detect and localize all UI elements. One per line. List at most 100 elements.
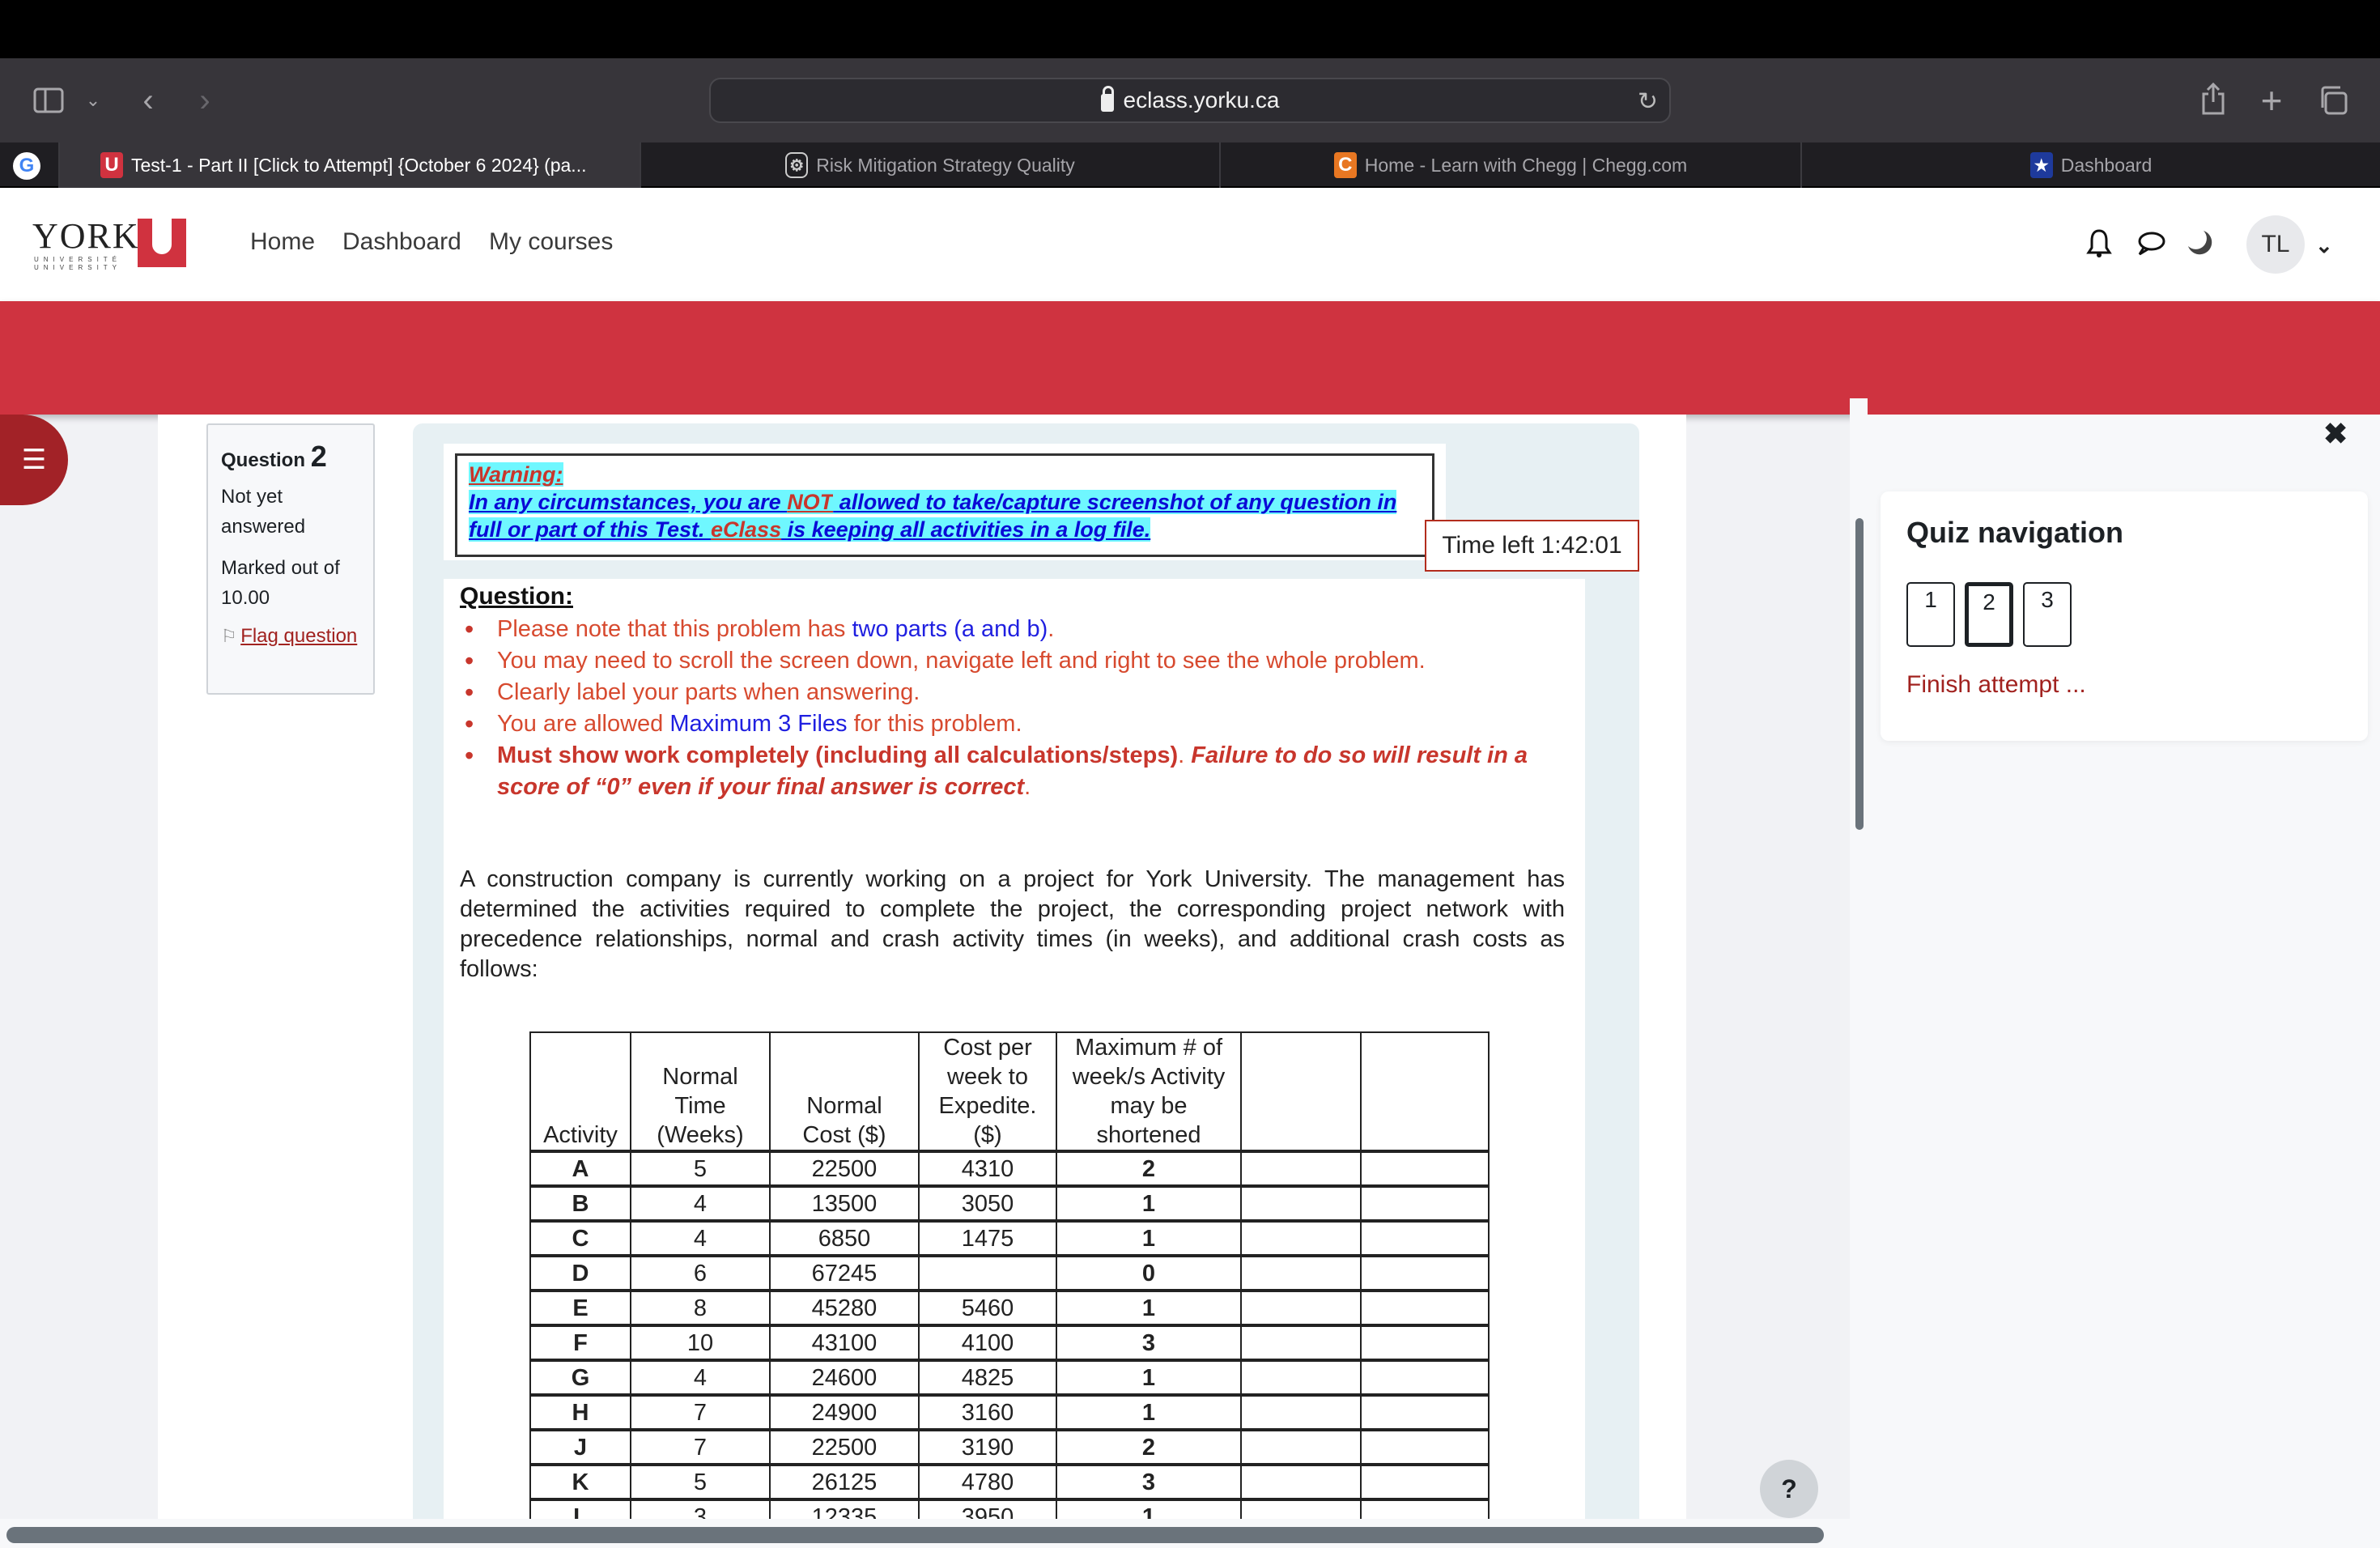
table-row: B 4 13500 3050 1 <box>529 1184 1490 1222</box>
expedite-cost-cell: 3190 <box>918 1428 1057 1465</box>
google-icon[interactable]: G <box>13 152 40 180</box>
bell-icon[interactable] <box>2085 228 2113 266</box>
activity-table: Activity Normal Time (Weeks) Normal Cost… <box>529 1031 1490 1535</box>
normal-cost-cell: 24600 <box>769 1359 920 1396</box>
activity-cell: J <box>529 1428 631 1465</box>
quiz-nav-question-2[interactable]: 2 <box>1965 582 2013 647</box>
blank-cell <box>1240 1463 1362 1500</box>
table-row: H 7 24900 3160 1 <box>529 1393 1490 1431</box>
horizontal-scrollbar[interactable] <box>6 1527 1824 1543</box>
dark-mode-moon-icon[interactable] <box>2186 228 2215 265</box>
instruction-item: Must show work completely (including all… <box>460 740 1577 803</box>
tab-chegg[interactable]: C Home - Learn with Chegg | Chegg.com <box>1219 142 1800 188</box>
share-icon[interactable] <box>2197 81 2229 117</box>
quiz-navigation-card: Quiz navigation 1 2 3 Finish attempt ... <box>1881 491 2368 741</box>
normal-time-cell: 4 <box>630 1359 771 1396</box>
blank-cell <box>1360 1324 1490 1361</box>
activity-cell: C <box>529 1219 631 1257</box>
forward-icon[interactable]: › <box>193 84 217 117</box>
sidebar-toggle-icon[interactable] <box>32 84 65 117</box>
close-drawer-icon[interactable]: ✖ <box>2323 417 2348 451</box>
expedite-cost-cell: 3050 <box>918 1184 1057 1222</box>
back-icon[interactable]: ‹ <box>136 84 160 117</box>
warning-not: NOT <box>787 490 834 514</box>
blank-cell <box>1360 1219 1490 1257</box>
col-header-max-weeks: Maximum # of week/s Activity may be shor… <box>1056 1031 1242 1152</box>
blank-cell <box>1240 1324 1362 1361</box>
table-header-row: Activity Normal Time (Weeks) Normal Cost… <box>529 1031 1490 1152</box>
activity-cell: E <box>529 1289 631 1326</box>
nav-home[interactable]: Home <box>250 228 315 256</box>
instruction-list: Please note that this problem has two pa… <box>460 614 1577 803</box>
course-banner <box>0 301 2380 415</box>
question-info-panel: Question 2 Not yet answered Marked out o… <box>206 423 375 695</box>
logo-subtext-fr: UNIVERSITÉ <box>34 256 122 263</box>
nav-dashboard[interactable]: Dashboard <box>342 228 461 256</box>
quiz-nav-question-3[interactable]: 3 <box>2023 582 2072 647</box>
user-avatar[interactable]: TL <box>2246 215 2305 274</box>
blank-cell <box>1360 1150 1490 1187</box>
col-header-cost-per-week: Cost per week to Expedite. ($) <box>918 1031 1057 1152</box>
table-row: D 6 67245 0 <box>529 1254 1490 1291</box>
new-tab-icon[interactable]: + <box>2255 82 2288 119</box>
tab-chatgpt[interactable]: ⚙ Risk Mitigation Strategy Quality <box>640 142 1219 188</box>
blank-cell <box>1360 1254 1490 1291</box>
tab-label: Test-1 - Part II [Click to Attempt] {Oct… <box>131 154 587 176</box>
chegg-icon: C <box>1333 152 1357 178</box>
help-button[interactable]: ? <box>1760 1460 1818 1518</box>
activity-cell: K <box>529 1463 631 1500</box>
normal-time-cell: 5 <box>630 1463 771 1500</box>
col-header-blank-2 <box>1360 1031 1490 1152</box>
eclass-star-icon: ★ <box>2029 152 2053 178</box>
table-row: J 7 22500 3190 2 <box>529 1428 1490 1465</box>
chevron-down-icon[interactable]: ⌄ <box>81 86 105 115</box>
logo-subtext-en: UNIVERSITY <box>34 264 122 271</box>
nav-my-courses[interactable]: My courses <box>489 228 613 256</box>
address-bar[interactable]: eclass.yorku.ca ↻ <box>709 78 1671 123</box>
max-weeks-cell: 2 <box>1056 1150 1242 1187</box>
york-university-logo[interactable]: YORK UNIVERSITÉ UNIVERSITY <box>32 219 186 272</box>
normal-cost-cell: 22500 <box>769 1428 920 1465</box>
reload-icon[interactable]: ↻ <box>1638 87 1658 116</box>
blank-cell <box>1240 1219 1362 1257</box>
table-row: A 5 22500 4310 2 <box>529 1150 1490 1187</box>
tab-quiz[interactable]: U Test-1 - Part II [Click to Attempt] {O… <box>58 142 640 188</box>
question-number: Question 2 <box>221 440 327 473</box>
tab-label: Risk Mitigation Strategy Quality <box>816 154 1075 176</box>
chat-bubble-icon[interactable] <box>2136 228 2166 266</box>
max-weeks-cell: 0 <box>1056 1254 1242 1291</box>
max-weeks-cell: 1 <box>1056 1184 1242 1222</box>
course-index-toggle[interactable]: ☰ <box>0 415 68 505</box>
vertical-scrollbar[interactable] <box>1855 518 1864 830</box>
user-menu-chevron-icon[interactable]: ⌄ <box>2315 233 2333 258</box>
expedite-cost-cell: 4100 <box>918 1324 1057 1361</box>
chatgpt-icon: ⚙ <box>785 152 809 178</box>
expedite-cost-cell: 4310 <box>918 1150 1057 1187</box>
max-weeks-cell: 2 <box>1056 1428 1242 1465</box>
normal-cost-cell: 45280 <box>769 1289 920 1326</box>
question-buttons: 1 2 3 <box>1906 582 2342 647</box>
question-marks: Marked out of 10.00 <box>221 557 340 609</box>
max-weeks-cell: 1 <box>1056 1359 1242 1396</box>
blank-cell <box>1240 1254 1362 1291</box>
blank-cell <box>1360 1428 1490 1465</box>
col-header-activity: Activity <box>529 1031 631 1152</box>
blank-cell <box>1240 1428 1362 1465</box>
max-weeks-cell: 1 <box>1056 1289 1242 1326</box>
tab-dashboard[interactable]: ★ Dashboard <box>1800 142 2380 188</box>
normal-time-cell: 4 <box>630 1184 771 1222</box>
col-header-normal-time: Normal Time (Weeks) <box>630 1031 771 1152</box>
max-weeks-cell: 3 <box>1056 1324 1242 1361</box>
quiz-navigation-title: Quiz navigation <box>1906 516 2124 549</box>
table-row: E 8 45280 5460 1 <box>529 1289 1490 1326</box>
warning-text-1: In any circumstances, you are <box>469 490 788 514</box>
quiz-timer: Time left 1:42:01 <box>1425 520 1639 572</box>
warning-title: Warning: <box>469 462 563 487</box>
finish-attempt-link[interactable]: Finish attempt ... <box>1906 671 2342 699</box>
normal-time-cell: 7 <box>630 1428 771 1465</box>
instruction-item: Please note that this problem has two pa… <box>460 614 1577 645</box>
flag-question-link[interactable]: ⚐ Flag question <box>221 621 360 651</box>
tab-overview-icon[interactable] <box>2315 83 2351 118</box>
activity-cell: D <box>529 1254 631 1291</box>
quiz-nav-question-1[interactable]: 1 <box>1906 582 1955 647</box>
